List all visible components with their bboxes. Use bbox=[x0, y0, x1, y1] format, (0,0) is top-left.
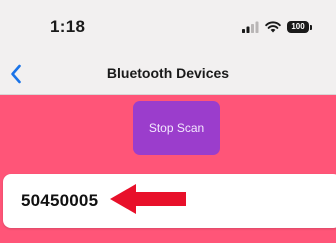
navigation-bar: Bluetooth Devices bbox=[0, 54, 336, 95]
page-title: Bluetooth Devices bbox=[106, 65, 230, 81]
status-bar: 1:18 100 bbox=[0, 0, 336, 54]
status-time: 1:18 bbox=[50, 17, 86, 36]
app-screen: 1:18 100 Bluetooth Devices Stop Scan 504… bbox=[0, 0, 336, 243]
stop-scan-button[interactable]: Stop Scan bbox=[133, 101, 220, 155]
device-list-item[interactable]: 50450005 bbox=[3, 174, 336, 228]
wifi-icon bbox=[265, 21, 281, 33]
battery-level: 100 bbox=[287, 21, 309, 33]
status-icons: 100 bbox=[242, 19, 312, 35]
device-list-area: Stop Scan 50450005 bbox=[0, 95, 336, 243]
battery-icon: 100 bbox=[287, 21, 312, 33]
signal-icon bbox=[242, 21, 259, 33]
red-arrow-icon bbox=[110, 184, 186, 214]
device-name: 50450005 bbox=[21, 191, 99, 210]
